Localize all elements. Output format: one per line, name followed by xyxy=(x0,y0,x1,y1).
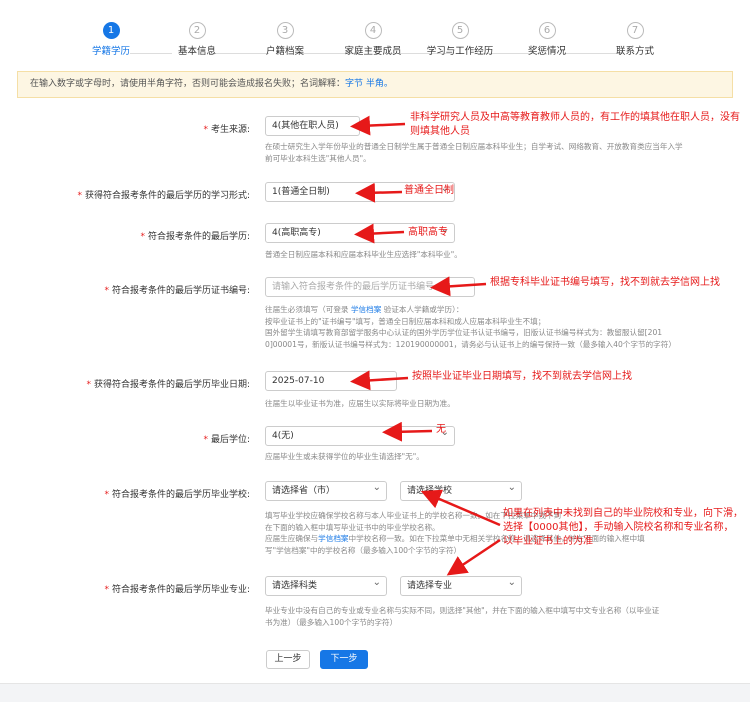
annotation-arrows xyxy=(350,115,501,576)
step-number: 7 xyxy=(626,22,644,39)
step-4[interactable]: 4 家庭主要成员 xyxy=(328,22,418,57)
required-mark: * xyxy=(203,125,208,135)
source-hint: 在硕士研究生入学年份毕业的普通全日制学生属于普通全日制应届本科毕业生；自学考试、… xyxy=(265,142,683,163)
degree-select[interactable]: 4(无) xyxy=(265,424,455,446)
step-number: 1 xyxy=(102,22,120,39)
grad-date-label: * 获得符合报考条件的最后学历毕业日期: xyxy=(86,380,250,390)
cert-no-hint: 往届生必须填写（可登录 学信档案 验证本人学籍或学历）： 按毕业证书上的"证书编… xyxy=(265,305,676,349)
step-number: 2 xyxy=(188,22,206,39)
xuexin-link[interactable]: 学信档案 xyxy=(351,305,381,314)
annotation-cert-no: 根据专科毕业证书编号填写，找不到就去学信网上找 xyxy=(490,277,720,288)
cert-no-input[interactable]: 请输入符合报考条件的最后学历证书编号 xyxy=(265,277,475,297)
step-label: 奖惩情况 xyxy=(527,46,566,57)
step-3[interactable]: 3 户籍档案 xyxy=(240,22,330,57)
degree-label: * 最后学位: xyxy=(203,435,250,445)
grad-date-input[interactable]: 2025-07-10 xyxy=(265,371,397,391)
notice-link[interactable]: 字节 半角。 xyxy=(345,79,393,89)
last-edu-hint: 普通全日制应届本科和应届本科毕业生应选择"本科毕业"。 xyxy=(265,250,462,259)
major-select[interactable]: 请选择专业 xyxy=(400,574,522,596)
annotation-degree: 无 xyxy=(436,424,446,435)
notice-banner: 在输入数字或字母时，请使用半角字符，否则可能会造成报名失败；名词解释：字节 半角… xyxy=(17,71,733,98)
footer xyxy=(0,683,750,702)
study-form-label: * 获得符合报考条件的最后学历的学习形式: xyxy=(77,191,250,201)
step-label: 家庭主要成员 xyxy=(344,46,402,57)
annotation-school: 如果在列表中未找到自己的毕业院校和专业，向下滑，选择【0000其他】，手动输入院… xyxy=(503,508,743,547)
annotation-grad-date: 按照毕业证毕业日期填写，找不到就去学信网上找 xyxy=(412,371,632,382)
progress-stepper: 1 学籍学历 2 基本信息 3 户籍档案 4 家庭主要成员 5 学习与工作经历 6 奖惩情况… xyxy=(0,22,750,60)
major-hint: 毕业专业中没有自己的专业或专业名称与实际不同，则选择"其他"，并在下面的输入框中… xyxy=(265,606,660,627)
school-select[interactable]: 请选择学校 xyxy=(400,479,522,501)
step-label: 联系方式 xyxy=(615,46,654,57)
school-label: * 符合报考条件的最后学历毕业学校: xyxy=(104,490,250,500)
step-5[interactable]: 5 学习与工作经历 xyxy=(415,22,505,57)
source-label: * 考生来源: xyxy=(203,125,250,135)
step-number: 3 xyxy=(276,22,294,39)
step-6[interactable]: 6 奖惩情况 xyxy=(502,22,592,57)
step-7[interactable]: 7 联系方式 xyxy=(590,22,680,57)
step-label: 学籍学历 xyxy=(91,46,130,57)
step-2[interactable]: 2 基本信息 xyxy=(152,22,242,57)
annotation-last-edu: 高职高专 xyxy=(408,227,448,238)
step-label: 学习与工作经历 xyxy=(426,46,494,57)
step-number: 6 xyxy=(538,22,556,39)
cert-no-label: * 符合报考条件的最后学历证书编号: xyxy=(104,286,250,296)
notice-text: 在输入数字或字母时，请使用半角字符，否则可能会造成报名失败；名词解释： xyxy=(30,79,346,89)
annotation-source: 非科学研究人员及中高等教育教师人员的，有工作的填其他在职人员，没有则填其他人员 xyxy=(410,112,740,137)
source-select[interactable]: 4(其他在职人员) xyxy=(265,116,360,136)
province-select[interactable]: 请选择省（市） xyxy=(265,479,387,501)
step-label: 户籍档案 xyxy=(265,46,304,57)
category-select[interactable]: 请选择科类 xyxy=(265,574,387,596)
xuexin-link[interactable]: 学信档案 xyxy=(318,534,348,543)
annotation-study-form: 普通全日制 xyxy=(404,185,454,196)
prev-button[interactable]: 上一步 xyxy=(266,650,310,669)
step-number: 5 xyxy=(451,22,469,39)
last-edu-label: * 符合报考条件的最后学历: xyxy=(140,232,250,242)
next-button[interactable]: 下一步 xyxy=(320,650,368,669)
step-number: 4 xyxy=(364,22,382,39)
step-1[interactable]: 1 学籍学历 xyxy=(66,22,156,57)
degree-hint: 应届毕业生或未获得学位的毕业生请选择"无"。 xyxy=(265,452,424,461)
step-label: 基本信息 xyxy=(177,46,216,57)
major-label: * 符合报考条件的最后学历毕业专业: xyxy=(104,585,250,595)
grad-date-hint: 往届生以毕业证书为准，应届生以实际将毕业日期为准。 xyxy=(265,399,455,408)
